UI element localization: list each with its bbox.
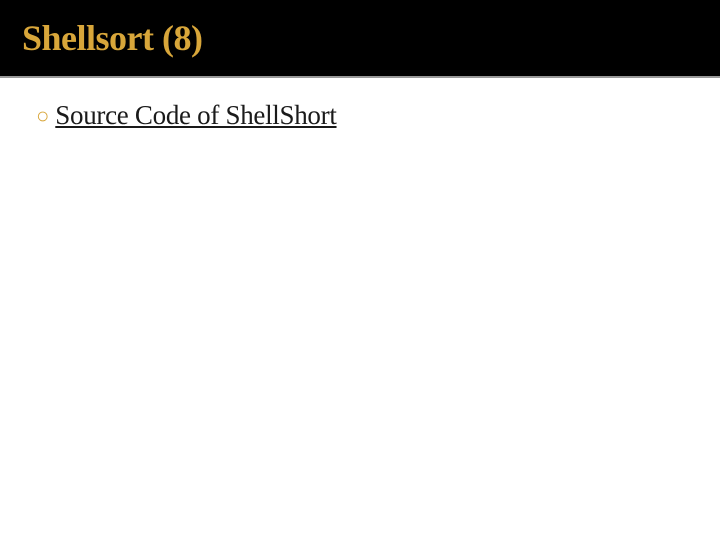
- title-bar: Shellsort (8): [0, 0, 720, 78]
- slide-title: Shellsort (8): [22, 17, 202, 59]
- source-code-link[interactable]: Source Code of ShellShort: [55, 100, 336, 131]
- slide-body: ○ Source Code of ShellShort: [0, 78, 720, 153]
- bullet-item: ○ Source Code of ShellShort: [36, 100, 684, 131]
- bullet-icon: ○: [36, 105, 49, 127]
